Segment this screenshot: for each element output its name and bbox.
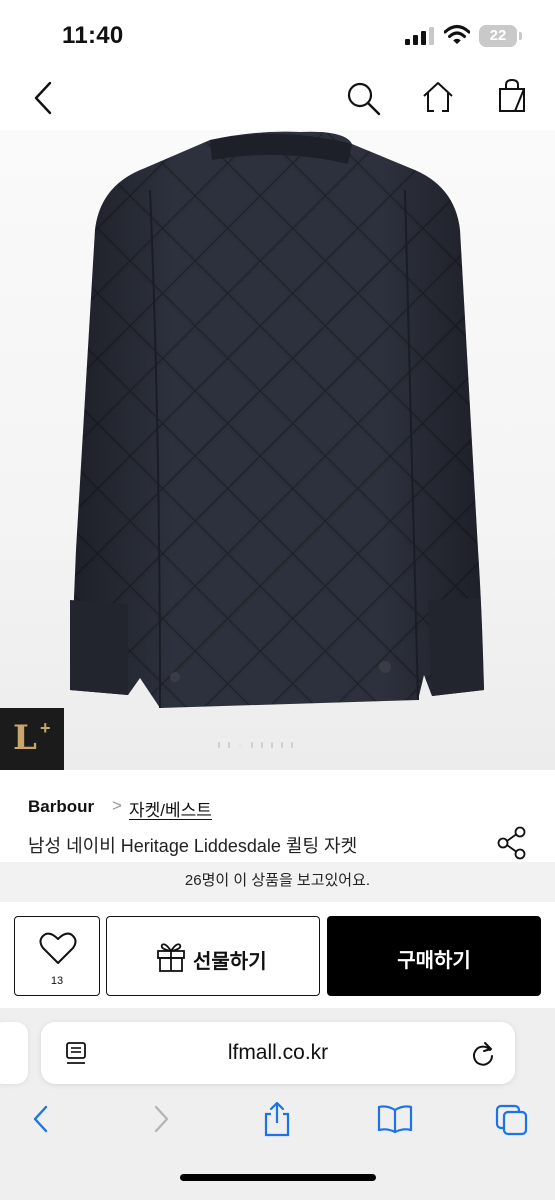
reload-icon[interactable] (471, 1041, 495, 1067)
previous-tab[interactable] (0, 1022, 28, 1084)
browser-chrome: lfmall.co.kr (0, 1008, 555, 1200)
carousel-dot[interactable] (271, 742, 273, 748)
carousel-dot[interactable] (238, 742, 243, 748)
product-info: Barbour > 자켓/베스트 남성 네이비 Heritage Liddesd… (0, 770, 555, 862)
product-title: 남성 네이비 Heritage Liddesdale 퀼팅 자켓 (28, 836, 358, 856)
category-link[interactable]: 자켓/베스트 (129, 796, 212, 821)
product-image-carousel[interactable]: L + (0, 130, 555, 770)
carousel-dot[interactable] (228, 742, 230, 748)
top-nav (0, 64, 555, 130)
url-text: lfmall.co.kr (227, 1041, 329, 1064)
carousel-dot[interactable] (291, 742, 293, 748)
status-bar: 11:40 22 (0, 0, 555, 64)
carousel-indicator[interactable] (218, 741, 293, 749)
carousel-dot[interactable] (251, 742, 253, 748)
product-image (70, 131, 484, 709)
carousel-dot[interactable] (218, 742, 220, 748)
carousel-dot[interactable] (281, 742, 283, 748)
heart-icon (39, 932, 77, 964)
browser-forward-icon[interactable] (150, 1104, 172, 1134)
share-icon[interactable] (497, 826, 527, 860)
purchase-bar: 13 선물하기 구매하기 (0, 902, 555, 1008)
cellular-signal-icon (405, 27, 434, 45)
gift-icon (157, 943, 185, 972)
carousel-dot[interactable] (261, 742, 263, 748)
gift-button[interactable]: 선물하기 (106, 916, 320, 996)
clock: 11:40 (62, 22, 124, 49)
back-arrow-icon[interactable] (30, 80, 56, 116)
shopping-bag-icon[interactable] (497, 78, 527, 114)
address-bar[interactable]: lfmall.co.kr (41, 1022, 515, 1084)
search-icon[interactable] (346, 81, 382, 117)
breadcrumb-separator: > (112, 796, 122, 815)
badge-letter: L (13, 718, 37, 758)
wishlist-count: 13 (50, 975, 64, 987)
buy-button[interactable]: 구매하기 (327, 916, 541, 996)
home-icon[interactable] (421, 80, 455, 114)
product-page: 11:40 22 L + Barbour > 자켓/베스트 남성 네이비 Her… (0, 0, 555, 1200)
battery-level: 22 (489, 27, 507, 44)
badge-plus: + (40, 718, 51, 738)
buy-label: 구매하기 (397, 950, 471, 972)
bookmarks-icon[interactable] (377, 1104, 413, 1134)
gift-label: 선물하기 (193, 951, 267, 973)
wifi-icon (444, 25, 470, 44)
browser-back-icon[interactable] (30, 1104, 52, 1134)
tabs-icon[interactable] (495, 1104, 529, 1136)
wishlist-button[interactable]: 13 (14, 916, 100, 996)
viewer-count-banner: 26명이 이 상품을 보고있어요. (0, 862, 555, 902)
battery-icon: 22 (479, 25, 522, 47)
lfmall-plus-badge: L + (0, 708, 64, 770)
share-sheet-icon[interactable] (262, 1100, 292, 1138)
home-indicator (180, 1174, 376, 1181)
brand-link[interactable]: Barbour (28, 797, 94, 817)
